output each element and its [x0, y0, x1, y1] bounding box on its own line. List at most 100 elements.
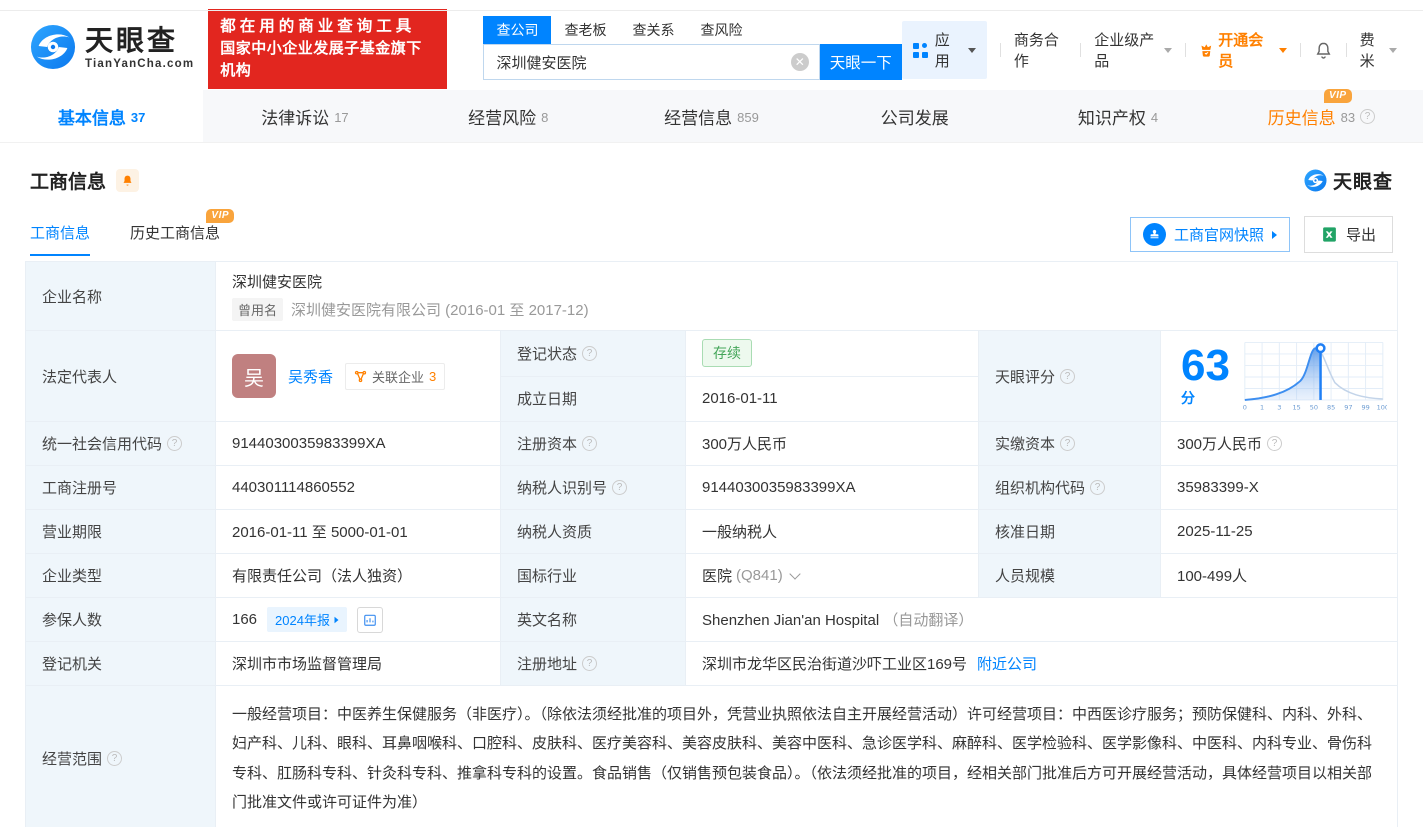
tianyancha-logo-icon: [30, 24, 76, 75]
network-icon: [354, 370, 367, 383]
vip-badge: VIP: [206, 209, 234, 223]
search-box: ✕: [483, 44, 819, 80]
monitor-bell-icon[interactable]: [116, 169, 139, 192]
field-value: 9144030035983399XA: [216, 422, 501, 466]
tab-operating-risk[interactable]: 经营风险8: [407, 90, 610, 142]
subtab-business-info[interactable]: 工商信息: [30, 222, 90, 256]
tab-count: 37: [131, 110, 145, 125]
divider: [1000, 43, 1001, 57]
business-info-table: 企业名称 深圳健安医院 曾用名 深圳健安医院有限公司 (2016-01 至 20…: [25, 261, 1398, 827]
search-tab-boss[interactable]: 查老板: [551, 16, 619, 44]
annual-report-badge[interactable]: 2024年报: [267, 607, 347, 632]
field-label: 统一社会信用代码?: [26, 422, 216, 466]
legal-rep-avatar[interactable]: 吴: [232, 354, 276, 398]
help-icon[interactable]: ?: [612, 480, 627, 495]
svg-text:3: 3: [1278, 404, 1282, 412]
svg-text:99: 99: [1362, 404, 1370, 412]
field-label: 经营范围?: [26, 686, 216, 827]
tab-count: 8: [541, 110, 548, 125]
section-watermark: 天眼查: [1304, 167, 1393, 194]
former-name-badge: 曾用名: [232, 298, 283, 321]
related-companies-badge[interactable]: 关联企业 3: [345, 363, 445, 390]
search-tab-risk[interactable]: 查风险: [687, 16, 755, 44]
open-vip-button[interactable]: 开通会员: [1199, 29, 1287, 71]
field-label: 成立日期: [501, 376, 686, 422]
help-icon[interactable]: ?: [1360, 109, 1375, 124]
field-label: 企业类型: [26, 554, 216, 598]
nav-enterprise[interactable]: 企业级产品: [1094, 29, 1171, 71]
notifications-bell-icon[interactable]: [1314, 41, 1333, 60]
slogan-line1: 都在用的商业查询工具: [220, 16, 435, 38]
field-value[interactable]: 医院 (Q841): [686, 554, 979, 598]
tianyancha-mini-icon: [1304, 169, 1327, 192]
field-value: 100-499人: [1161, 554, 1398, 598]
field-value: 166 2024年报: [216, 598, 501, 642]
export-button[interactable]: 导出: [1304, 216, 1393, 253]
logo-name: 天眼查: [85, 27, 194, 55]
help-icon[interactable]: ?: [167, 436, 182, 451]
chevron-down-icon[interactable]: [789, 568, 800, 579]
score-distribution-chart: 0 1 3 15 50 85 97 99 100: [1241, 337, 1387, 415]
company-name: 深圳健安医院: [232, 271, 1381, 292]
help-icon[interactable]: ?: [1060, 369, 1075, 384]
search-input[interactable]: [484, 54, 790, 71]
official-snapshot-button[interactable]: 工商官网快照: [1130, 217, 1290, 252]
help-icon[interactable]: ?: [1267, 436, 1282, 451]
tab-label: 知识产权: [1078, 104, 1146, 129]
trend-chart-button[interactable]: [357, 607, 383, 633]
help-icon[interactable]: ?: [582, 346, 597, 361]
tab-label: 法律诉讼: [261, 104, 329, 129]
table-row: 参保人数 166 2024年报 英文名称 Shenzhen Jian'an Ho…: [26, 598, 1398, 642]
field-value: 有限责任公司（法人独资）: [216, 554, 501, 598]
nav-cooperation[interactable]: 商务合作: [1014, 29, 1067, 71]
search-button[interactable]: 天眼一下: [820, 44, 902, 80]
field-label: 人员规模: [979, 554, 1161, 598]
help-icon[interactable]: ?: [107, 751, 122, 766]
related-count: 3: [429, 369, 436, 384]
status-badge: 存续: [702, 339, 752, 367]
table-row: 统一社会信用代码? 9144030035983399XA 注册资本? 300万人…: [26, 422, 1398, 466]
tab-label: 经营信息: [664, 104, 732, 129]
field-value: 2016-01-11: [686, 376, 979, 422]
apps-menu[interactable]: 应用: [902, 21, 987, 79]
tab-business-info[interactable]: 经营信息 859: [610, 90, 813, 142]
nearby-companies-link[interactable]: 附近公司: [977, 653, 1037, 674]
user-menu[interactable]: 费米: [1360, 29, 1397, 71]
tab-label: 公司发展: [881, 104, 949, 129]
section-title: 工商信息: [30, 167, 106, 194]
tab-label: 基本信息: [58, 104, 126, 129]
tab-label: 历史信息: [1268, 109, 1336, 128]
tab-history-info[interactable]: 历史信息 VIP 83 ?: [1220, 90, 1423, 142]
divider: [1346, 43, 1347, 57]
field-label: 天眼评分?: [979, 331, 1161, 422]
tab-count: 17: [334, 110, 348, 125]
tab-company-development[interactable]: 公司发展: [813, 90, 1016, 142]
field-value: 一般纳税人: [686, 510, 979, 554]
tab-basic-info[interactable]: 基本信息 37: [0, 90, 203, 142]
field-label: 核准日期: [979, 510, 1161, 554]
subtab-history-business-info[interactable]: 历史工商信息 VIP: [130, 222, 220, 256]
search-tab-relation[interactable]: 查关系: [619, 16, 687, 44]
help-icon[interactable]: ?: [582, 656, 597, 671]
tab-count: 859: [737, 110, 759, 125]
field-label: 法定代表人: [26, 331, 216, 422]
clear-search-icon[interactable]: ✕: [791, 53, 809, 71]
help-icon[interactable]: ?: [582, 436, 597, 451]
help-icon[interactable]: ?: [1060, 436, 1075, 451]
tab-legal-litigation[interactable]: 法律诉讼 17: [203, 90, 406, 142]
table-row: 企业名称 深圳健安医院 曾用名 深圳健安医院有限公司 (2016-01 至 20…: [26, 262, 1398, 331]
watermark-text: 天眼查: [1333, 167, 1393, 194]
tianyan-score: 63: [1181, 341, 1230, 390]
export-label: 导出: [1346, 224, 1376, 245]
table-row: 经营范围? 一般经营项目：中医养生保健服务（非医疗）。（除依法须经批准的项目外，…: [26, 686, 1398, 827]
tab-intellectual-property[interactable]: 知识产权4: [1016, 90, 1219, 142]
field-value: 35983399-X: [1161, 466, 1398, 510]
tianyancha-logo[interactable]: 天眼查 TianYanCha.com: [30, 24, 194, 75]
field-label: 纳税人资质: [501, 510, 686, 554]
divider: [1185, 43, 1186, 57]
username: 费米: [1360, 29, 1385, 71]
help-icon[interactable]: ?: [1090, 480, 1105, 495]
search-tab-company[interactable]: 查公司: [483, 16, 551, 44]
table-row: 企业类型 有限责任公司（法人独资） 国标行业 医院 (Q841) 人员规模 10…: [26, 554, 1398, 598]
legal-rep-link[interactable]: 吴秀香: [288, 366, 333, 387]
